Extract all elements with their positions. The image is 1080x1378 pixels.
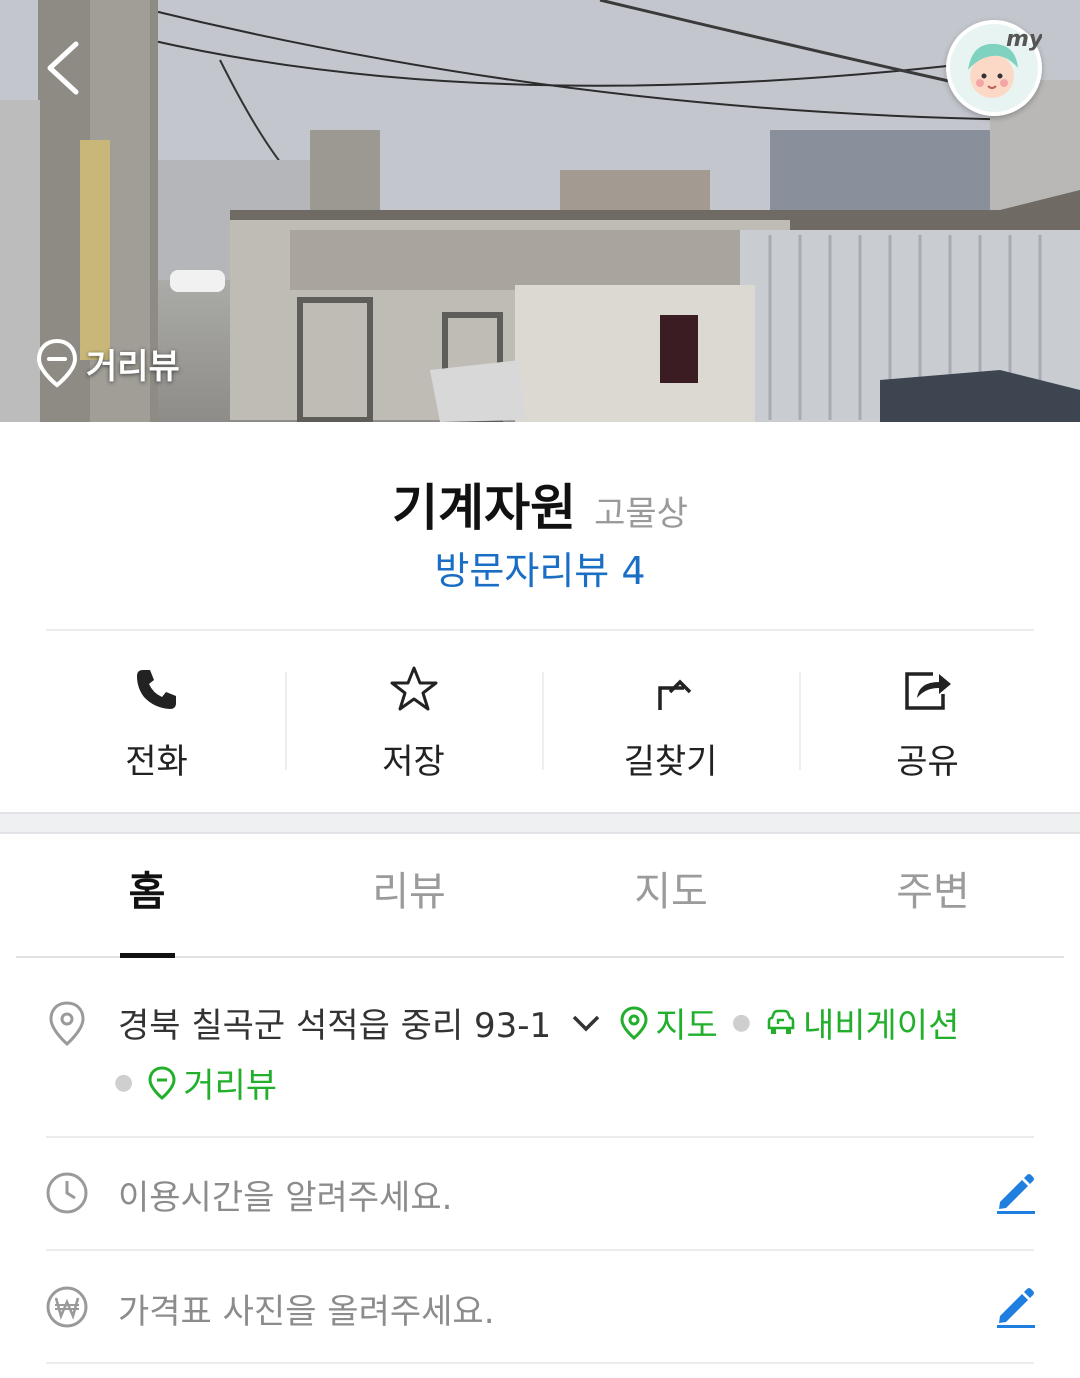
- separator-dot: ●: [731, 1010, 751, 1035]
- save-label: 저장: [382, 742, 445, 782]
- avatar-icon: my: [950, 24, 1045, 112]
- navigation-link-label: 내비게이션: [802, 1006, 960, 1046]
- call-label: 전화: [125, 742, 188, 782]
- share-icon: [904, 672, 951, 710]
- won-currency-icon: [46, 1286, 88, 1328]
- phone-icon: [136, 670, 176, 709]
- location-pin-icon: [49, 1001, 85, 1046]
- directions-icon: [657, 679, 691, 710]
- back-arrow-icon[interactable]: [38, 38, 98, 98]
- clock-icon: [46, 1172, 88, 1214]
- section-gap: [0, 812, 1080, 834]
- place-header: 기계자원 고물상 방문자리뷰 4: [0, 422, 1080, 630]
- my-badge-text: my: [1006, 27, 1042, 52]
- share-button[interactable]: 공유: [799, 632, 1056, 812]
- address-line-2: ● 거리뷰: [114, 1058, 277, 1107]
- separator-dot: ●: [114, 1070, 134, 1095]
- address-line: 경북 칠곡군 석적읍 중리 93-1 지도 ● 내비게이션: [118, 998, 959, 1047]
- directions-label: 길찾기: [623, 742, 718, 782]
- my-profile-button[interactable]: my: [946, 20, 1045, 116]
- pencil-icon[interactable]: [994, 1284, 1038, 1328]
- divider: [46, 1136, 1034, 1138]
- place-name: 기계자원: [392, 479, 577, 537]
- action-bar: 전화 저장 길찾기 공유: [28, 632, 1056, 812]
- tab-home[interactable]: 홈: [16, 834, 278, 958]
- hours-prompt: 이용시간을 알려주세요.: [118, 1178, 453, 1218]
- tab-review[interactable]: 리뷰: [278, 834, 540, 956]
- streetview-label: 거리뷰: [86, 346, 180, 387]
- car-icon: [767, 1009, 795, 1034]
- streetview-pin-icon: [36, 338, 78, 388]
- divider: [46, 1249, 1034, 1251]
- call-button[interactable]: 전화: [28, 632, 285, 812]
- pencil-icon[interactable]: [994, 1170, 1038, 1214]
- divider: [46, 1362, 1034, 1364]
- streetview-link-label: 거리뷰: [183, 1066, 278, 1106]
- chevron-down-icon[interactable]: [569, 1006, 603, 1040]
- tab-map[interactable]: 지도: [540, 834, 802, 956]
- address-text: 경북 칠곡군 석적읍 중리 93-1: [118, 1006, 552, 1046]
- star-icon: [390, 666, 437, 711]
- divider: [46, 629, 1034, 631]
- streetview-link[interactable]: 거리뷰: [147, 1058, 277, 1107]
- tab-bar: 홈 리뷰 지도 주변: [16, 834, 1064, 958]
- map-link-label: 지도: [655, 1006, 718, 1046]
- streetview-button[interactable]: 거리뷰: [36, 338, 180, 388]
- price-prompt: 가격표 사진을 올려주세요.: [118, 1292, 495, 1332]
- share-label: 공유: [896, 742, 959, 782]
- visitor-review-link[interactable]: 방문자리뷰 4: [0, 540, 1080, 595]
- street-view-photo[interactable]: my 거리뷰: [0, 0, 1080, 422]
- directions-button[interactable]: 길찾기: [542, 632, 799, 812]
- map-pin-icon: [620, 1005, 648, 1040]
- streetview-pin-icon: [148, 1065, 176, 1100]
- save-button[interactable]: 저장: [285, 632, 542, 812]
- tab-nearby[interactable]: 주변: [802, 834, 1064, 956]
- map-link[interactable]: 지도: [619, 998, 718, 1047]
- place-category: 고물상: [594, 494, 688, 534]
- navigation-link[interactable]: 내비게이션: [765, 998, 959, 1047]
